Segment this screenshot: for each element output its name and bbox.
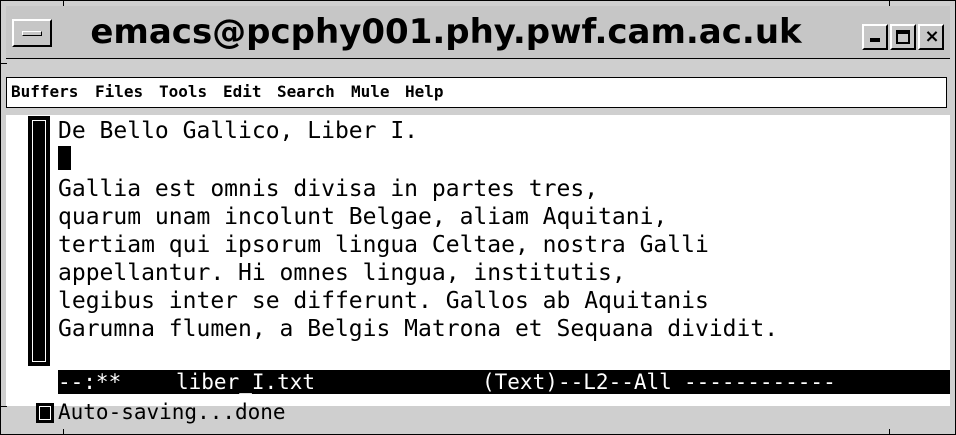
- buffer-line[interactable]: Garumna flumen, a Belgis Matrona et Sequ…: [58, 315, 778, 343]
- close-icon[interactable]: ×: [918, 24, 944, 50]
- window-menu-icon[interactable]: [12, 19, 52, 47]
- buffer-line[interactable]: tertiam qui ipsorum lingua Celtae, nostr…: [58, 231, 709, 259]
- frame-resize-notch[interactable]: [63, 429, 64, 435]
- vertical-scrollbar[interactable]: [28, 116, 50, 366]
- modeline-position: --L2--All: [558, 370, 672, 394]
- scrollbar-thumb[interactable]: [32, 120, 46, 362]
- text-cursor: [58, 146, 71, 170]
- buffer-line[interactable]: quarum unam incolunt Belgae, aliam Aquit…: [58, 203, 667, 231]
- menu-buffers[interactable]: Buffers: [11, 82, 78, 101]
- modeline-status: --:**: [58, 370, 122, 394]
- menu-help[interactable]: Help: [405, 82, 444, 101]
- frame-resize-notch[interactable]: [889, 429, 890, 435]
- minibuffer-scrollbar[interactable]: [36, 403, 54, 423]
- modeline-mode[interactable]: (Text): [482, 370, 558, 394]
- frame-resize-notch[interactable]: [1, 406, 7, 407]
- menu-search[interactable]: Search: [277, 82, 335, 101]
- window-title: emacs@pcphy001.phy.pwf.cam.ac.uk: [90, 12, 802, 52]
- menu-files[interactable]: Files: [95, 82, 143, 101]
- echo-area-message: Auto-saving...done: [58, 400, 286, 424]
- title-bar[interactable]: emacs@pcphy001.phy.pwf.cam.ac.uk ×: [6, 6, 950, 59]
- frame-resize-notch[interactable]: [1, 63, 7, 64]
- buffer-line[interactable]: appellantur. Hi omnes lingua, institutis…: [58, 259, 626, 287]
- menu-bar: Buffers Files Tools Edit Search Mule Hel…: [6, 77, 947, 108]
- minimize-icon[interactable]: [862, 24, 888, 50]
- menu-edit[interactable]: Edit: [223, 82, 262, 101]
- buffer-line[interactable]: Gallia est omnis divisa in partes tres,: [58, 175, 598, 203]
- buffer-line[interactable]: De Bello Gallico, Liber I.: [58, 117, 418, 145]
- menu-mule[interactable]: Mule: [351, 82, 390, 101]
- mode-line[interactable]: --:** liber_I.txt (Text) --L2--All -----…: [58, 370, 950, 394]
- menu-tools[interactable]: Tools: [159, 82, 207, 101]
- maximize-icon[interactable]: [890, 24, 916, 50]
- modeline-fill: ------------: [684, 370, 836, 394]
- modeline-buffer-name[interactable]: liber_I.txt: [176, 370, 315, 394]
- buffer-line[interactable]: legibus inter se differunt. Gallos ab Aq…: [58, 287, 709, 315]
